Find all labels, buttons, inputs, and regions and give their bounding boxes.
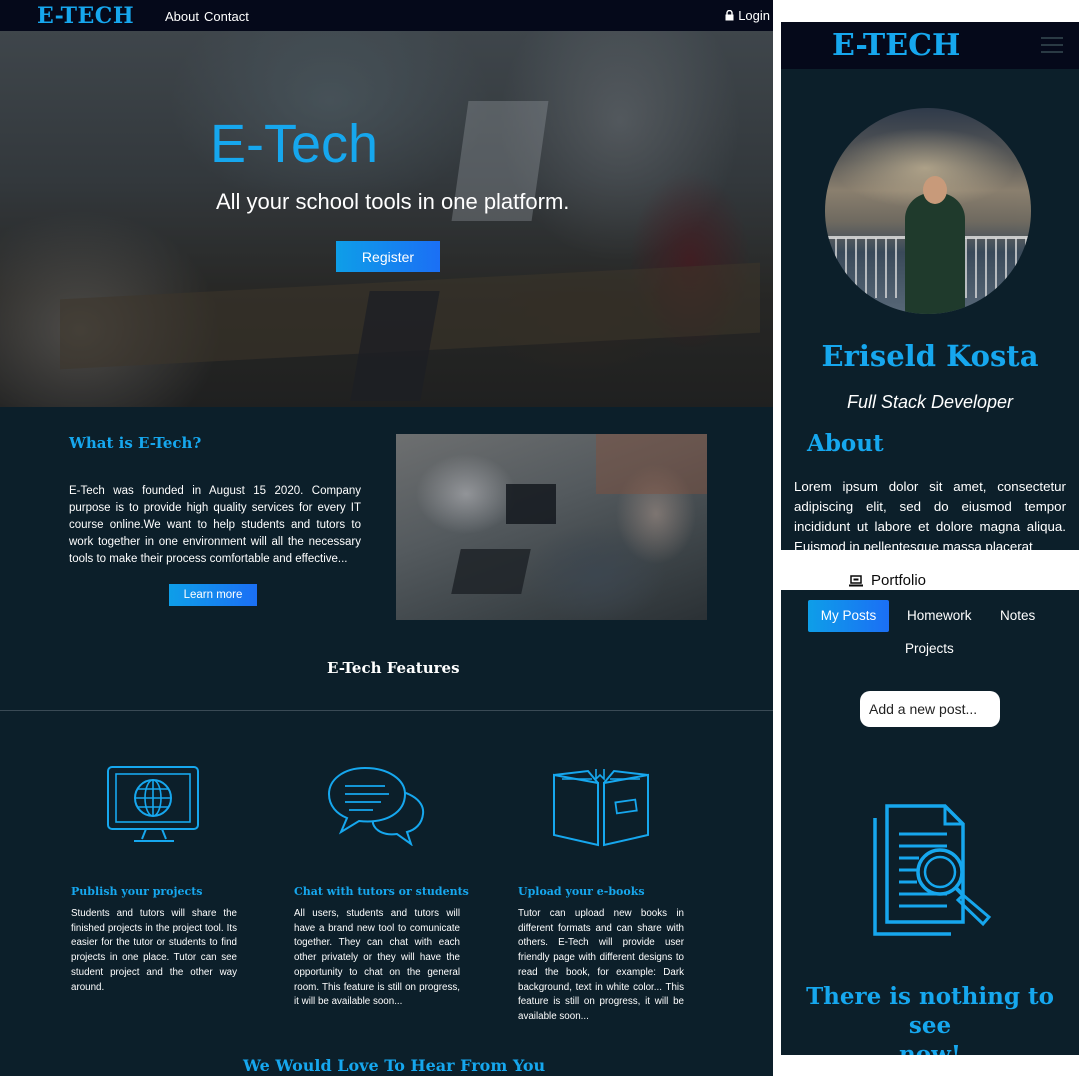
empty-state-line-2: now! <box>899 1041 961 1055</box>
tab-notes[interactable]: Notes <box>1000 608 1035 623</box>
document-search-icon <box>873 804 992 936</box>
photo-person <box>905 193 965 314</box>
portfolio-title-label: Portfolio <box>871 572 927 589</box>
feature-text-ebooks: Tutor can upload new books in different … <box>518 908 684 1022</box>
profile-about-text: Lorem ipsum dolor sit amet, consectetur … <box>794 479 1066 550</box>
login-link[interactable]: Login <box>725 8 770 23</box>
nav-link-contact[interactable]: Contact <box>204 9 249 24</box>
lock-icon <box>725 10 734 21</box>
profile-avatar <box>825 108 1031 314</box>
monitor-globe-icon <box>107 766 199 842</box>
hero-section: E-Tech All your school tools in one plat… <box>0 31 773 407</box>
portfolio-title: Portfolio <box>849 572 926 589</box>
mobile-profile-page: E-TECH Eriseld Kosta Full Stack Develope… <box>781 22 1079 550</box>
feature-title-chat: Chat with tutors or students <box>294 885 469 898</box>
login-label: Login <box>738 8 770 23</box>
feature-title-ebooks: Upload your e-books <box>518 885 645 898</box>
feature-title-projects: Publish your projects <box>71 885 203 898</box>
empty-state-message: There is nothing to see now! <box>781 982 1079 1055</box>
hero-overlay <box>0 31 773 407</box>
register-button[interactable]: Register <box>336 241 440 272</box>
profile-about-heading: About <box>807 430 884 457</box>
tab-my-posts[interactable]: My Posts <box>808 600 889 632</box>
brand-logo[interactable]: E-TECH <box>37 3 134 29</box>
profile-role: Full Stack Developer <box>846 392 1014 412</box>
features-section: Publish your projects Students and tutor… <box>0 710 773 1076</box>
hamburger-menu-icon[interactable] <box>1041 37 1063 53</box>
chat-bubbles-icon <box>327 766 425 846</box>
about-text: E-Tech was founded in August 15 2020. Co… <box>69 485 361 565</box>
contact-heading: We Would Love To Hear From You <box>243 1056 546 1075</box>
mobile-portfolio-page: Portfolio My Posts Homework Notes Projec… <box>781 572 1079 1055</box>
open-book-icon <box>553 769 649 847</box>
desktop-landing-page: E-TECH About Contact Login E-Tech All yo… <box>0 0 773 710</box>
hero-subtitle: All your school tools in one platform. <box>216 189 570 214</box>
empty-state-line-1: There is nothing to see <box>806 983 1054 1039</box>
portfolio-header-bar <box>781 572 1079 590</box>
learn-more-button[interactable]: Learn more <box>169 584 257 606</box>
laptop-icon <box>849 574 863 586</box>
profile-name: Eriseld Kosta <box>821 339 1039 373</box>
features-heading: E-Tech Features <box>327 659 460 677</box>
tab-homework[interactable]: Homework <box>907 608 972 623</box>
nav-link-about[interactable]: About <box>165 9 199 24</box>
photo-wall <box>596 434 707 494</box>
photo-laptop <box>451 549 531 594</box>
photo-monitor <box>506 484 556 524</box>
about-office-photo <box>396 434 707 620</box>
feature-text-projects: Students and tutors will share the finis… <box>71 908 237 993</box>
photo-head <box>923 176 947 204</box>
feature-text-chat: All users, students and tutors will have… <box>294 908 460 1008</box>
tab-projects[interactable]: Projects <box>905 641 954 656</box>
hero-title: E-Tech <box>210 114 379 174</box>
about-heading: What is E-Tech? <box>69 434 202 452</box>
mobile-brand-logo[interactable]: E-TECH <box>832 28 960 63</box>
top-navbar: E-TECH About Contact Login <box>0 0 773 31</box>
add-post-input[interactable]: Add a new post... <box>860 691 1000 727</box>
